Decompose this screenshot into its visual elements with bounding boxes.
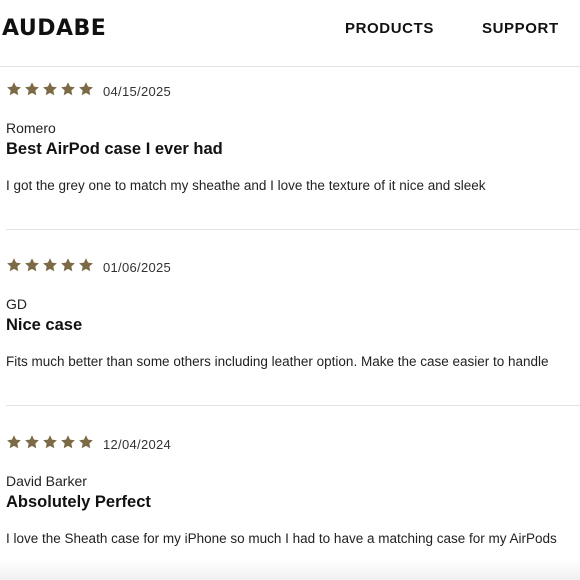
star-icon [60, 81, 76, 97]
review-divider [6, 229, 580, 230]
star-rating [6, 81, 94, 97]
star-rating [6, 434, 94, 450]
review-title: Best AirPod case I ever had [6, 140, 223, 158]
review-date: 12/04/2024 [103, 437, 172, 452]
review-author: David Barker [6, 473, 87, 489]
review-body: I got the grey one to match my sheathe a… [6, 178, 486, 193]
review-author: Romero [6, 120, 56, 136]
review-item: 12/04/2024 David Barker Absolutely Perfe… [0, 419, 580, 580]
nav-products-link[interactable]: PRODUCTS [345, 20, 434, 37]
site-header: AUDABE PRODUCTS SUPPORT [0, 0, 580, 67]
review-body: Fits much better than some others includ… [6, 354, 549, 369]
review-body: I love the Sheath case for my iPhone so … [6, 531, 557, 546]
review-date: 04/15/2025 [103, 84, 172, 99]
star-icon [60, 257, 76, 273]
star-icon [6, 434, 22, 450]
star-icon [78, 81, 94, 97]
star-icon [60, 434, 76, 450]
star-icon [42, 434, 58, 450]
star-icon [42, 257, 58, 273]
star-icon [78, 257, 94, 273]
star-icon [24, 434, 40, 450]
star-rating [6, 257, 94, 273]
review-author: GD [6, 296, 27, 312]
brand-logo[interactable]: AUDABE [2, 16, 106, 41]
review-title: Nice case [6, 316, 83, 334]
star-icon [6, 81, 22, 97]
star-icon [42, 81, 58, 97]
star-icon [24, 257, 40, 273]
review-title: Absolutely Perfect [6, 493, 151, 511]
star-icon [6, 257, 22, 273]
review-divider [6, 405, 580, 406]
review-item: 04/15/2025 Romero Best AirPod case I eve… [0, 66, 580, 242]
star-icon [78, 434, 94, 450]
review-item: 01/06/2025 GD Nice case Fits much better… [0, 242, 580, 418]
bottom-fade [0, 560, 580, 580]
review-date: 01/06/2025 [103, 260, 172, 275]
nav-support-link[interactable]: SUPPORT [482, 20, 559, 37]
page: AUDABE PRODUCTS SUPPORT 04/15/2025 Romer… [0, 0, 580, 580]
star-icon [24, 81, 40, 97]
